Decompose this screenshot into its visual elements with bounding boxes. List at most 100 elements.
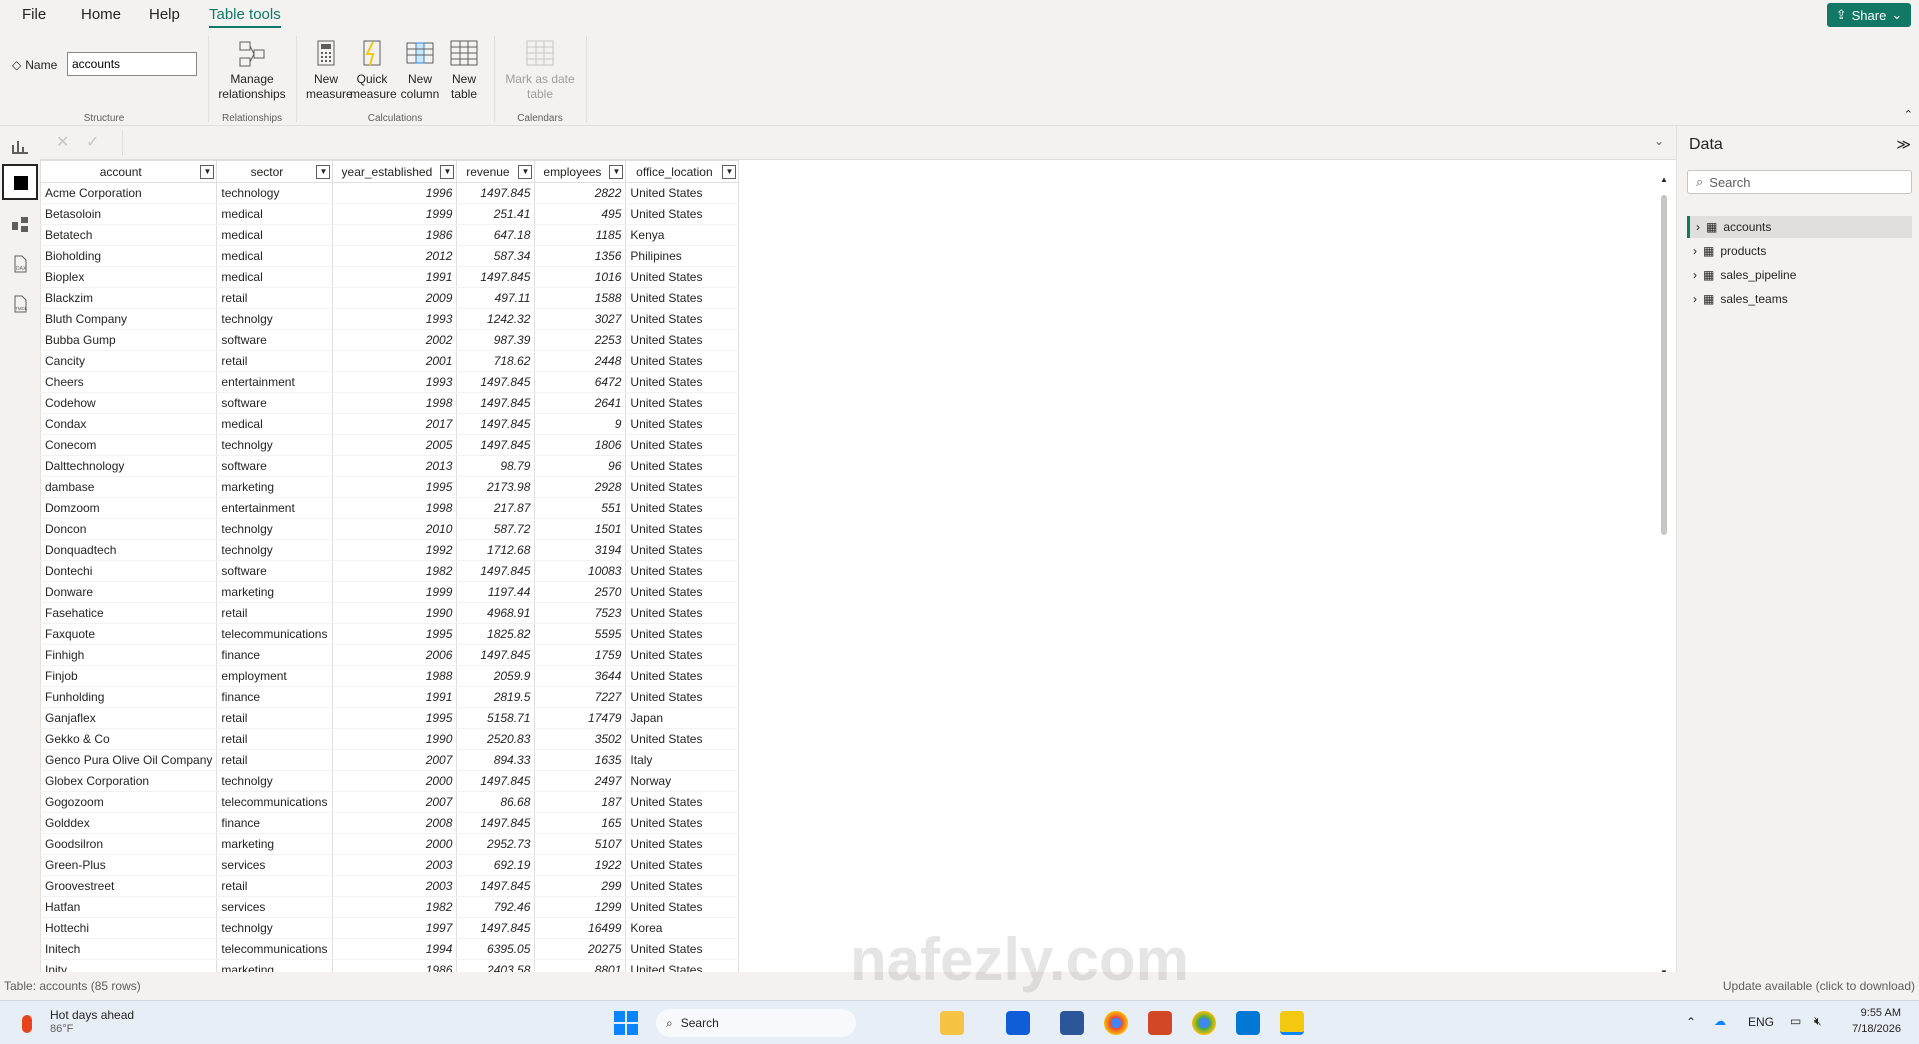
quick-measure-button[interactable]: Quick measure: [350, 38, 397, 102]
table-cell[interactable]: Condax: [40, 413, 218, 435]
table-cell[interactable]: 2009: [332, 287, 458, 309]
table-cell[interactable]: finance: [216, 812, 334, 834]
table-cell[interactable]: 2002: [332, 329, 458, 351]
table-cell[interactable]: finance: [216, 644, 334, 666]
dax-query-view-icon[interactable]: DAX: [10, 254, 30, 274]
table-cell[interactable]: 1197.44: [456, 581, 536, 603]
table-cell[interactable]: United States: [625, 791, 740, 813]
table-cell[interactable]: United States: [625, 392, 740, 414]
commit-formula-icon[interactable]: ✓: [86, 132, 99, 152]
table-view-button[interactable]: [2, 164, 38, 200]
table-cell[interactable]: 1986: [332, 959, 458, 972]
update-available-link[interactable]: Update available (click to download): [1723, 979, 1915, 993]
table-cell[interactable]: Genco Pura Olive Oil Company: [40, 749, 218, 771]
table-cell[interactable]: technology: [216, 182, 334, 204]
table-cell[interactable]: retail: [216, 287, 334, 309]
table-cell[interactable]: 1982: [332, 560, 458, 582]
table-row[interactable]: Groovestreet retail 2003 1497.845 299 United …: [40, 875, 740, 897]
table-cell[interactable]: 894.33: [456, 749, 536, 771]
table-row[interactable]: Betatech medical 1986 647.18 1185 Kenya: [40, 224, 740, 246]
table-cell[interactable]: United States: [625, 896, 740, 918]
table-cell[interactable]: retail: [216, 707, 334, 729]
taskbar-search[interactable]: ⌕ Search: [656, 1009, 856, 1037]
column-header[interactable]: office_location ▼: [625, 160, 740, 183]
chrome-profile-icon[interactable]: [1192, 1011, 1216, 1035]
table-cell[interactable]: 1995: [332, 707, 458, 729]
table-cell[interactable]: 1497.845: [456, 917, 536, 939]
new-column-button[interactable]: New column: [398, 38, 442, 102]
table-cell[interactable]: 1997: [332, 917, 458, 939]
table-cell[interactable]: Dontechi: [40, 560, 218, 582]
table-cell[interactable]: 1497.845: [456, 812, 536, 834]
table-cell[interactable]: 2928: [534, 476, 627, 498]
tab-home[interactable]: Home: [81, 6, 121, 23]
table-row[interactable]: Funholding finance 1991 2819.5 7227 United St…: [40, 686, 740, 708]
onedrive-icon[interactable]: ☁: [1714, 1014, 1726, 1028]
start-button[interactable]: [614, 1011, 638, 1035]
table-cell[interactable]: United States: [625, 812, 740, 834]
table-cell[interactable]: United States: [625, 371, 740, 393]
vertical-scrollbar[interactable]: ▲ ▼: [1660, 175, 1668, 972]
table-cell[interactable]: Faxquote: [40, 623, 218, 645]
table-cell[interactable]: entertainment: [216, 371, 334, 393]
powerpoint-icon[interactable]: [1148, 1011, 1172, 1035]
table-cell[interactable]: 217.87: [456, 497, 536, 519]
table-cell[interactable]: 2007: [332, 749, 458, 771]
table-cell[interactable]: 1995: [332, 623, 458, 645]
table-cell[interactable]: United States: [625, 728, 740, 750]
table-cell[interactable]: Blackzim: [40, 287, 218, 309]
table-cell[interactable]: software: [216, 329, 334, 351]
table-cell[interactable]: 1497.845: [456, 182, 536, 204]
table-cell[interactable]: 1497.845: [456, 392, 536, 414]
table-cell[interactable]: 2403.58: [456, 959, 536, 972]
table-cell[interactable]: 9: [534, 413, 627, 435]
table-cell[interactable]: retail: [216, 602, 334, 624]
table-cell[interactable]: 987.39: [456, 329, 536, 351]
table-cell[interactable]: United States: [625, 581, 740, 603]
cancel-formula-icon[interactable]: ✕: [56, 132, 69, 152]
table-cell[interactable]: telecommunications: [216, 791, 334, 813]
table-row[interactable]: Dontechi software 1982 1497.845 10083 United …: [40, 560, 740, 582]
filter-dropdown-icon[interactable]: ▼: [200, 165, 215, 179]
table-cell[interactable]: 2003: [332, 854, 458, 876]
table-cell[interactable]: Donware: [40, 581, 218, 603]
table-row[interactable]: Ganjaflex retail 1995 5158.71 17479 Japan: [40, 707, 740, 729]
table-cell[interactable]: 495: [534, 203, 627, 225]
table-cell[interactable]: 1356: [534, 245, 627, 267]
clock-date[interactable]: 7/18/2026: [1852, 1023, 1901, 1035]
table-cell[interactable]: 1185: [534, 224, 627, 246]
formula-input[interactable]: [122, 130, 1662, 156]
teams-icon[interactable]: [1006, 1011, 1030, 1035]
table-row[interactable]: Cancity retail 2001 718.62 2448 United States: [40, 350, 740, 372]
table-row[interactable]: Faxquote telecommunications 1995 1825.82 559…: [40, 623, 740, 645]
weather-icon[interactable]: [22, 1009, 46, 1035]
table-cell[interactable]: marketing: [216, 476, 334, 498]
table-cell[interactable]: 20275: [534, 938, 627, 960]
table-cell[interactable]: 2822: [534, 182, 627, 204]
table-cell[interactable]: 1588: [534, 287, 627, 309]
table-cell[interactable]: Betasoloin: [40, 203, 218, 225]
table-cell[interactable]: services: [216, 854, 334, 876]
table-cell[interactable]: 1999: [332, 203, 458, 225]
table-cell[interactable]: 98.79: [456, 455, 536, 477]
table-cell[interactable]: 5595: [534, 623, 627, 645]
table-cell[interactable]: 2012: [332, 245, 458, 267]
table-row[interactable]: Doncon technolgy 2010 587.72 1501 United Stat…: [40, 518, 740, 540]
table-cell[interactable]: Groovestreet: [40, 875, 218, 897]
table-cell[interactable]: 497.11: [456, 287, 536, 309]
table-cell[interactable]: 1497.845: [456, 371, 536, 393]
table-cell[interactable]: 2497: [534, 770, 627, 792]
table-cell[interactable]: Ganjaflex: [40, 707, 218, 729]
table-row[interactable]: Golddex finance 2008 1497.845 165 United Stat…: [40, 812, 740, 834]
table-cell[interactable]: telecommunications: [216, 623, 334, 645]
table-cell[interactable]: dambase: [40, 476, 218, 498]
table-cell[interactable]: 2173.98: [456, 476, 536, 498]
table-cell[interactable]: technolgy: [216, 770, 334, 792]
scrollbar-thumb[interactable]: [1661, 195, 1667, 535]
table-row[interactable]: Bioholding medical 2012 587.34 1356 Philipine…: [40, 245, 740, 267]
file-explorer-icon[interactable]: [940, 1011, 964, 1035]
table-cell[interactable]: 299: [534, 875, 627, 897]
new-table-button[interactable]: New table: [446, 38, 482, 102]
table-cell[interactable]: United States: [625, 959, 740, 972]
table-cell[interactable]: United States: [625, 875, 740, 897]
